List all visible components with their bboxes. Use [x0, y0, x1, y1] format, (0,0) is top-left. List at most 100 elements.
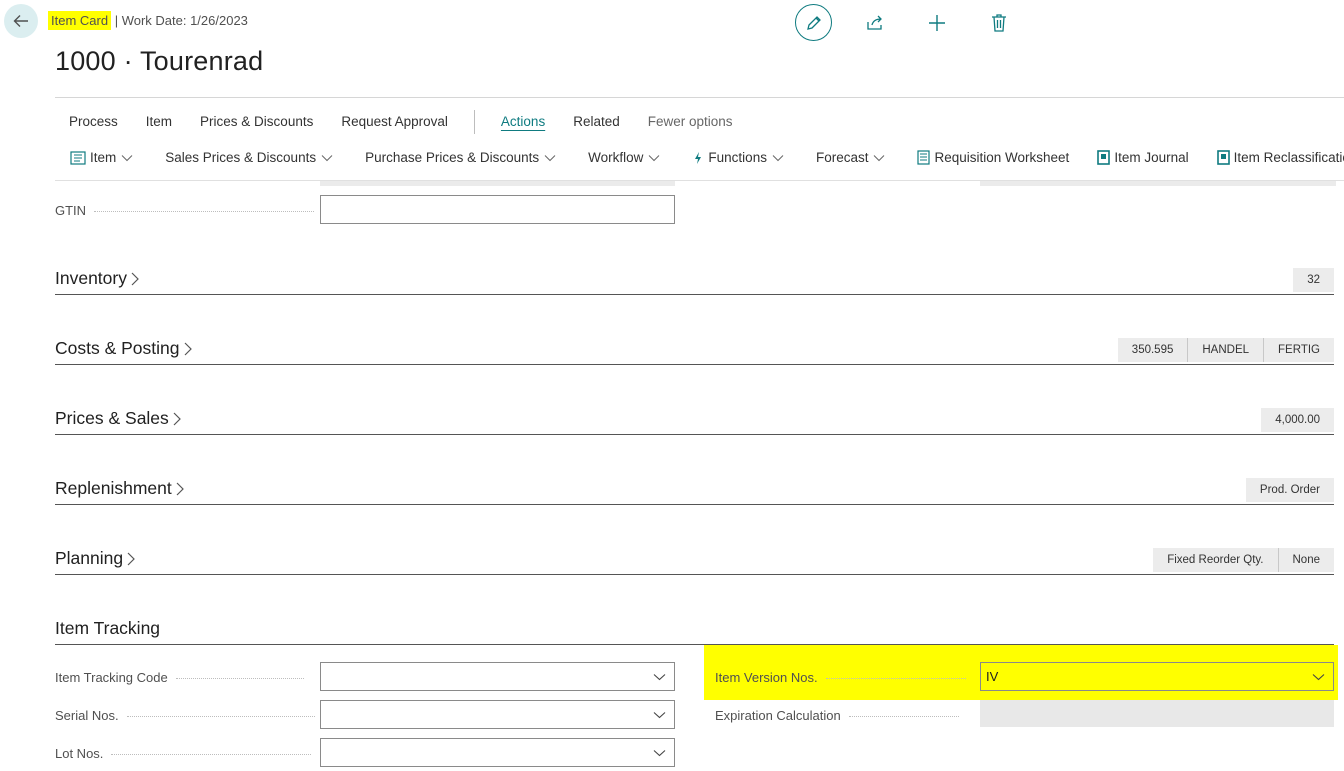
section-costs-header[interactable]: Costs & Posting — [55, 338, 193, 359]
chevron-right-icon — [176, 482, 184, 495]
section-summary: 350.595 HANDEL FERTIG — [1117, 338, 1334, 362]
item-tracking-code-label: Item Tracking Code — [55, 670, 317, 685]
submenu-purchase-prices-label: Purchase Prices & Discounts — [365, 150, 540, 165]
arrow-left-icon — [13, 15, 28, 27]
breadcrumb: Item Card | Work Date: 1/26/2023 — [48, 11, 248, 30]
submenu-item-journal[interactable]: Item Journal — [1089, 150, 1196, 165]
submenu-item-reclassification-label: Item Reclassification — [1233, 150, 1344, 165]
chevron-down-icon — [121, 154, 133, 161]
submenu-sales-prices[interactable]: Sales Prices & Discounts — [157, 150, 345, 165]
section-costs-posting[interactable]: Costs & Posting 350.595 HANDEL FERTIG — [55, 334, 1334, 365]
item-tracking-code-select[interactable] — [320, 662, 675, 691]
edit-icon — [806, 15, 821, 30]
expiration-calculation-label-text: Expiration Calculation — [715, 708, 841, 723]
submenu-item-reclassification[interactable]: Item Reclassification — [1209, 150, 1344, 165]
page-title: 1000 · Tourenrad — [55, 46, 264, 76]
menu-related[interactable]: Related — [559, 113, 634, 131]
section-planning[interactable]: Planning Fixed Reorder Qty. None — [55, 544, 1334, 575]
chevron-right-icon — [131, 272, 139, 285]
submenu-requisition-worksheet[interactable]: Requisition Worksheet — [909, 150, 1077, 165]
summary-chip: Fixed Reorder Qty. — [1153, 548, 1278, 572]
page-type-label: Item Card — [48, 11, 112, 30]
chevron-down-icon — [874, 154, 885, 161]
submenu-purchase-prices[interactable]: Purchase Prices & Discounts — [357, 150, 568, 165]
gtin-input[interactable] — [320, 195, 675, 224]
item-version-nos-select[interactable]: IV — [980, 662, 1334, 691]
chevron-right-icon — [173, 412, 181, 425]
leader-dots — [111, 754, 312, 756]
section-item-tracking[interactable]: Item Tracking — [55, 614, 1334, 645]
section-prices-sales[interactable]: Prices & Sales 4,000.00 — [55, 404, 1334, 435]
menu-request-approval[interactable]: Request Approval — [327, 113, 462, 131]
section-summary: Prod. Order — [1245, 478, 1334, 502]
section-summary: 4,000.00 — [1261, 408, 1334, 432]
work-date: | Work Date: 1/26/2023 — [114, 13, 248, 28]
section-planning-header[interactable]: Planning — [55, 548, 136, 569]
section-replenishment-header[interactable]: Replenishment — [55, 478, 185, 499]
section-summary: Fixed Reorder Qty. None — [1153, 548, 1334, 572]
summary-chip: 32 — [1293, 268, 1334, 292]
summary-chip: HANDEL — [1187, 338, 1264, 362]
scrolled-field — [320, 181, 675, 186]
summary-chip: Prod. Order — [1245, 478, 1334, 502]
item-tracking-code-label-text: Item Tracking Code — [55, 670, 168, 685]
serial-nos-label-text: Serial Nos. — [55, 708, 119, 723]
section-prices-title: Prices & Sales — [55, 408, 169, 428]
submenu-sales-prices-label: Sales Prices & Discounts — [165, 150, 317, 165]
gtin-label: GTIN — [55, 203, 317, 218]
item-version-nos-label: Item Version Nos. — [715, 670, 975, 685]
back-button[interactable] — [4, 4, 38, 38]
submenu-workflow[interactable]: Workflow — [580, 150, 672, 165]
leader-dots — [175, 678, 304, 680]
menu-actions[interactable]: Actions — [487, 113, 559, 131]
menu-item[interactable]: Item — [132, 113, 186, 131]
chevron-down-icon — [772, 154, 784, 161]
menu-process[interactable]: Process — [55, 113, 132, 131]
lot-nos-select[interactable] — [320, 738, 675, 767]
summary-chip: 4,000.00 — [1261, 408, 1334, 432]
chevron-down-icon — [321, 154, 333, 161]
chevron-down-icon — [649, 154, 660, 161]
section-replenishment[interactable]: Replenishment Prod. Order — [55, 474, 1334, 505]
delete-button[interactable] — [980, 4, 1018, 42]
submenu-requisition-worksheet-label: Requisition Worksheet — [934, 150, 1070, 165]
chevron-down-icon — [653, 749, 666, 756]
header-divider — [55, 97, 1344, 98]
submenu-forecast[interactable]: Forecast — [808, 150, 898, 165]
section-tracking-header[interactable]: Item Tracking — [55, 618, 160, 639]
journal-icon — [1097, 150, 1111, 165]
leader-dots — [94, 211, 315, 213]
new-button[interactable] — [918, 4, 956, 42]
section-inventory-title: Inventory — [55, 268, 127, 288]
section-prices-header[interactable]: Prices & Sales — [55, 408, 182, 429]
share-icon — [867, 15, 882, 30]
chevron-down-icon — [653, 711, 666, 718]
lot-nos-label-text: Lot Nos. — [55, 746, 104, 761]
section-planning-title: Planning — [55, 548, 124, 568]
lot-nos-label: Lot Nos. — [55, 746, 317, 761]
expiration-calculation-label: Expiration Calculation — [715, 708, 975, 723]
section-summary: 32 — [1293, 268, 1334, 292]
scrolled-field — [980, 181, 1336, 186]
leader-dots — [126, 716, 315, 718]
journal-icon — [1216, 150, 1230, 165]
submenu-item[interactable]: Item — [62, 150, 145, 165]
action-menu-secondary: Item Sales Prices & Discounts Purchase P… — [62, 150, 1344, 165]
menu-prices-discounts[interactable]: Prices & Discounts — [186, 113, 327, 131]
menu-fewer-options[interactable]: Fewer options — [634, 113, 747, 131]
submenu-functions[interactable]: Functions — [684, 150, 796, 165]
edit-button[interactable] — [795, 4, 832, 41]
item-version-nos-value: IV — [986, 669, 999, 684]
serial-nos-select[interactable] — [320, 700, 675, 729]
submenu-functions-label: Functions — [708, 150, 767, 165]
leader-dots — [848, 716, 959, 718]
submenu-item-journal-label: Item Journal — [1114, 150, 1189, 165]
section-inventory-header[interactable]: Inventory — [55, 268, 140, 289]
chevron-down-icon — [544, 154, 556, 161]
menu-separator — [473, 110, 475, 134]
share-button[interactable] — [856, 4, 894, 42]
submenu-workflow-label: Workflow — [588, 150, 644, 165]
section-inventory[interactable]: Inventory 32 — [55, 264, 1334, 295]
expiration-calculation-field[interactable] — [980, 700, 1334, 727]
chevron-right-icon — [184, 342, 192, 355]
